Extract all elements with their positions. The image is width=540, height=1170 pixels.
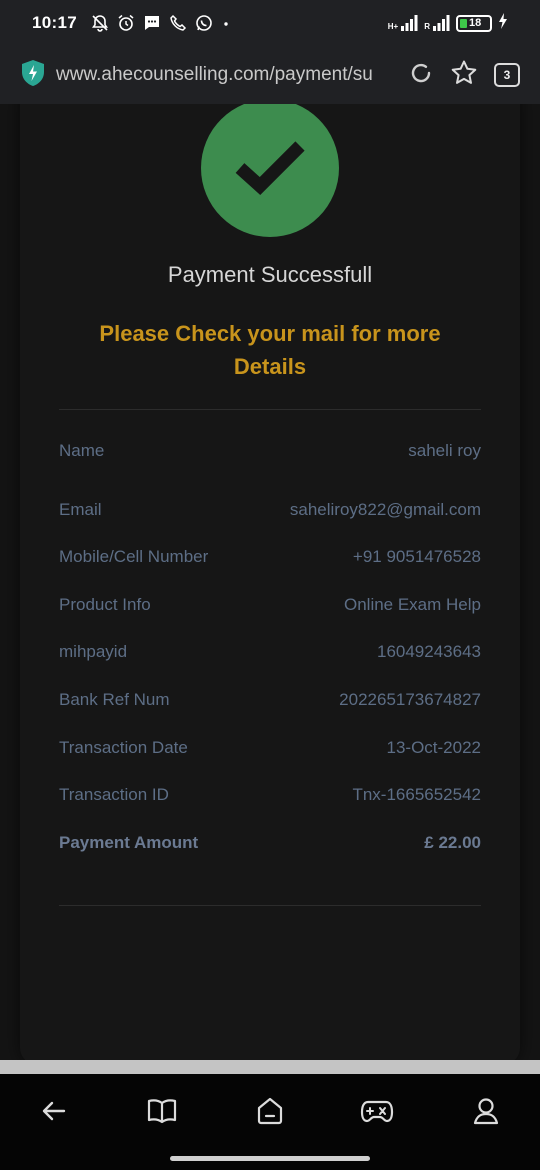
profile-icon[interactable] — [469, 1094, 503, 1128]
signal-type-label: H+ — [387, 22, 399, 31]
row-value: Online Exam Help — [343, 595, 481, 614]
detail-row-name: Name saheli roy — [59, 441, 481, 461]
browser-bottom-strip — [0, 1060, 540, 1074]
browser-nav-bar — [0, 1074, 540, 1170]
shield-icon[interactable] — [20, 59, 46, 92]
detail-row-date: Transaction Date 13-Oct-2022 — [59, 738, 481, 758]
row-label: Product Info — [59, 595, 151, 614]
detail-row-email: Email saheliroy822@gmail.com — [59, 500, 481, 520]
tabs-icon[interactable]: 3 — [494, 63, 520, 87]
detail-row-mobile: Mobile/Cell Number +91 9051476528 — [59, 547, 481, 567]
row-label: Transaction Date — [59, 738, 188, 757]
row-label: mihpayid — [59, 642, 128, 661]
detail-row-transaction-id: Transaction ID Tnx-1665652542 — [59, 785, 481, 805]
success-checkmark-icon — [201, 104, 339, 237]
notification-icons — [91, 14, 231, 32]
alarm-icon — [117, 14, 135, 32]
whatsapp-icon — [195, 14, 213, 32]
browser-actions: 3 — [408, 59, 520, 92]
divider-bottom — [59, 905, 481, 906]
detail-row-amount: Payment Amount £ 22.00 — [59, 833, 481, 853]
message-icon — [143, 14, 161, 32]
payment-page: Payment Successfull Please Check your ma… — [0, 104, 540, 1060]
payment-card — [20, 104, 520, 1060]
signal-roaming-label: R — [424, 22, 430, 31]
signal-icon: R — [424, 15, 450, 31]
signal-icon: H+ — [388, 15, 418, 31]
row-value: +91 9051476528 — [352, 547, 481, 566]
charging-icon — [498, 12, 508, 35]
row-label: Email — [59, 500, 102, 519]
row-value: £ 22.00 — [424, 833, 481, 852]
system-icons: H+ R 18 — [388, 12, 508, 35]
divider-top — [59, 409, 481, 410]
battery-icon: 18 — [456, 14, 492, 32]
reload-icon[interactable] — [408, 60, 434, 91]
row-label: Transaction ID — [59, 785, 169, 804]
row-value: saheli roy — [408, 441, 481, 460]
dot-icon — [221, 14, 231, 32]
home-icon[interactable] — [253, 1094, 287, 1128]
muted-bell-icon — [91, 14, 109, 32]
status-bar: 10:17 H+ R 18 — [0, 0, 540, 46]
row-value: Tnx-1665652542 — [352, 785, 481, 804]
row-label: Payment Amount — [59, 833, 199, 852]
row-value: 16049243643 — [376, 642, 481, 661]
back-arrow-icon[interactable] — [37, 1094, 71, 1128]
detail-row-mihpayid: mihpayid 16049243643 — [59, 642, 481, 662]
book-icon[interactable] — [145, 1094, 179, 1128]
detail-row-bank-ref: Bank Ref Num 202265173674827 — [59, 690, 481, 710]
row-label: Mobile/Cell Number — [59, 547, 209, 566]
gesture-home-indicator[interactable] — [170, 1156, 370, 1161]
row-value: 202265173674827 — [339, 690, 481, 709]
row-label: Name — [59, 441, 105, 460]
status-time: 10:17 — [32, 13, 77, 32]
star-icon[interactable] — [450, 59, 478, 92]
row-value: saheliroy822@gmail.com — [289, 500, 481, 519]
row-label: Bank Ref Num — [59, 690, 170, 709]
mail-notice: Please Check your mail for more Details — [99, 321, 441, 379]
browser-address-bar: www.ahecounselling.com/payment/su 3 — [0, 46, 540, 104]
detail-row-product: Product Info Online Exam Help — [59, 595, 481, 615]
url-field[interactable]: www.ahecounselling.com/payment/su — [56, 64, 396, 86]
gamepad-icon[interactable] — [360, 1094, 394, 1128]
battery-level: 18 — [469, 17, 482, 29]
payment-status-title: Payment Successfull — [167, 262, 373, 287]
phone-icon — [169, 14, 187, 32]
row-value: 13-Oct-2022 — [386, 738, 482, 757]
